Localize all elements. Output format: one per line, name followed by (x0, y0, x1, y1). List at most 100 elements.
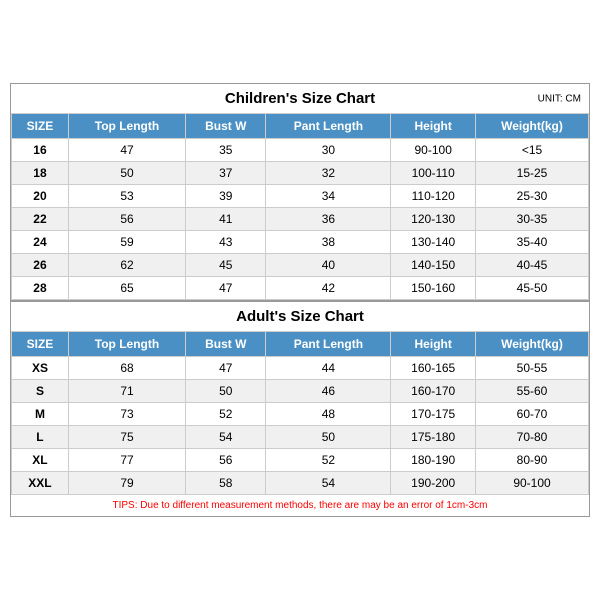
table-cell: 43 (186, 231, 266, 254)
table-cell: 40-45 (476, 254, 589, 277)
table-cell: 70-80 (476, 426, 589, 449)
table-cell: 22 (12, 208, 69, 231)
table-cell: 36 (266, 208, 391, 231)
table-cell: 56 (68, 208, 185, 231)
table-row: M735248170-17560-70 (12, 403, 589, 426)
table-cell: 50 (186, 380, 266, 403)
children-header-row: SIZE Top Length Bust W Pant Length Heigh… (12, 114, 589, 139)
table-cell: 46 (266, 380, 391, 403)
table-cell: 39 (186, 185, 266, 208)
table-cell: 28 (12, 277, 69, 300)
children-col-top-length: Top Length (68, 114, 185, 139)
table-cell: 180-190 (391, 449, 476, 472)
children-col-bust: Bust W (186, 114, 266, 139)
children-table-body: 1647353090-100<1518503732100-11015-25205… (12, 139, 589, 300)
adults-col-height: Height (391, 332, 476, 357)
table-cell: XL (12, 449, 69, 472)
table-cell: <15 (476, 139, 589, 162)
table-cell: 56 (186, 449, 266, 472)
table-cell: 58 (186, 472, 266, 495)
table-cell: 35-40 (476, 231, 589, 254)
adults-table: SIZE Top Length Bust W Pant Length Heigh… (11, 331, 589, 495)
table-cell: 47 (186, 357, 266, 380)
table-cell: 30-35 (476, 208, 589, 231)
adults-col-size: SIZE (12, 332, 69, 357)
table-cell: 73 (68, 403, 185, 426)
table-cell: 120-130 (391, 208, 476, 231)
table-row: 24594338130-14035-40 (12, 231, 589, 254)
table-cell: M (12, 403, 69, 426)
adults-col-weight: Weight(kg) (476, 332, 589, 357)
table-row: L755450175-18070-80 (12, 426, 589, 449)
children-table: SIZE Top Length Bust W Pant Length Heigh… (11, 113, 589, 300)
table-cell: 18 (12, 162, 69, 185)
table-cell: 54 (266, 472, 391, 495)
table-cell: S (12, 380, 69, 403)
table-cell: 42 (266, 277, 391, 300)
table-row: 20533934110-12025-30 (12, 185, 589, 208)
table-cell: 52 (266, 449, 391, 472)
table-cell: 90-100 (476, 472, 589, 495)
table-cell: 170-175 (391, 403, 476, 426)
table-cell: 37 (186, 162, 266, 185)
table-cell: 47 (68, 139, 185, 162)
table-cell: 53 (68, 185, 185, 208)
size-chart-container: Children's Size Chart UNIT: CM SIZE Top … (10, 83, 590, 517)
table-cell: 40 (266, 254, 391, 277)
children-col-weight: Weight(kg) (476, 114, 589, 139)
table-cell: 110-120 (391, 185, 476, 208)
adults-col-top-length: Top Length (68, 332, 185, 357)
table-cell: 41 (186, 208, 266, 231)
table-cell: 62 (68, 254, 185, 277)
table-cell: 32 (266, 162, 391, 185)
table-cell: 47 (186, 277, 266, 300)
table-cell: 15-25 (476, 162, 589, 185)
table-cell: 48 (266, 403, 391, 426)
table-cell: 60-70 (476, 403, 589, 426)
table-cell: 45-50 (476, 277, 589, 300)
table-cell: 140-150 (391, 254, 476, 277)
table-cell: 50 (68, 162, 185, 185)
adults-col-bust: Bust W (186, 332, 266, 357)
table-row: 28654742150-16045-50 (12, 277, 589, 300)
table-row: XXL795854190-20090-100 (12, 472, 589, 495)
table-cell: 77 (68, 449, 185, 472)
adults-title-text: Adult's Size Chart (236, 308, 364, 325)
table-cell: 45 (186, 254, 266, 277)
table-cell: XS (12, 357, 69, 380)
table-cell: 190-200 (391, 472, 476, 495)
table-cell: 50-55 (476, 357, 589, 380)
adults-section-title: Adult's Size Chart (11, 300, 589, 331)
adults-table-body: XS684744160-16550-55S715046160-17055-60M… (12, 357, 589, 495)
table-row: 22564136120-13030-35 (12, 208, 589, 231)
table-row: XS684744160-16550-55 (12, 357, 589, 380)
children-col-pant: Pant Length (266, 114, 391, 139)
table-cell: 20 (12, 185, 69, 208)
table-cell: 130-140 (391, 231, 476, 254)
table-row: 18503732100-11015-25 (12, 162, 589, 185)
table-row: S715046160-17055-60 (12, 380, 589, 403)
table-row: 1647353090-100<15 (12, 139, 589, 162)
table-cell: 160-170 (391, 380, 476, 403)
adults-col-pant: Pant Length (266, 332, 391, 357)
table-cell: 35 (186, 139, 266, 162)
table-cell: 38 (266, 231, 391, 254)
adults-header-row: SIZE Top Length Bust W Pant Length Heigh… (12, 332, 589, 357)
table-cell: 160-165 (391, 357, 476, 380)
table-cell: 59 (68, 231, 185, 254)
table-cell: 24 (12, 231, 69, 254)
table-cell: 150-160 (391, 277, 476, 300)
table-cell: 100-110 (391, 162, 476, 185)
table-cell: 30 (266, 139, 391, 162)
table-cell: 25-30 (476, 185, 589, 208)
table-cell: 71 (68, 380, 185, 403)
table-cell: 90-100 (391, 139, 476, 162)
table-cell: 65 (68, 277, 185, 300)
table-cell: 68 (68, 357, 185, 380)
table-cell: XXL (12, 472, 69, 495)
table-cell: 175-180 (391, 426, 476, 449)
table-cell: 80-90 (476, 449, 589, 472)
children-title-text: Children's Size Chart (225, 90, 375, 107)
table-cell: 44 (266, 357, 391, 380)
children-col-height: Height (391, 114, 476, 139)
